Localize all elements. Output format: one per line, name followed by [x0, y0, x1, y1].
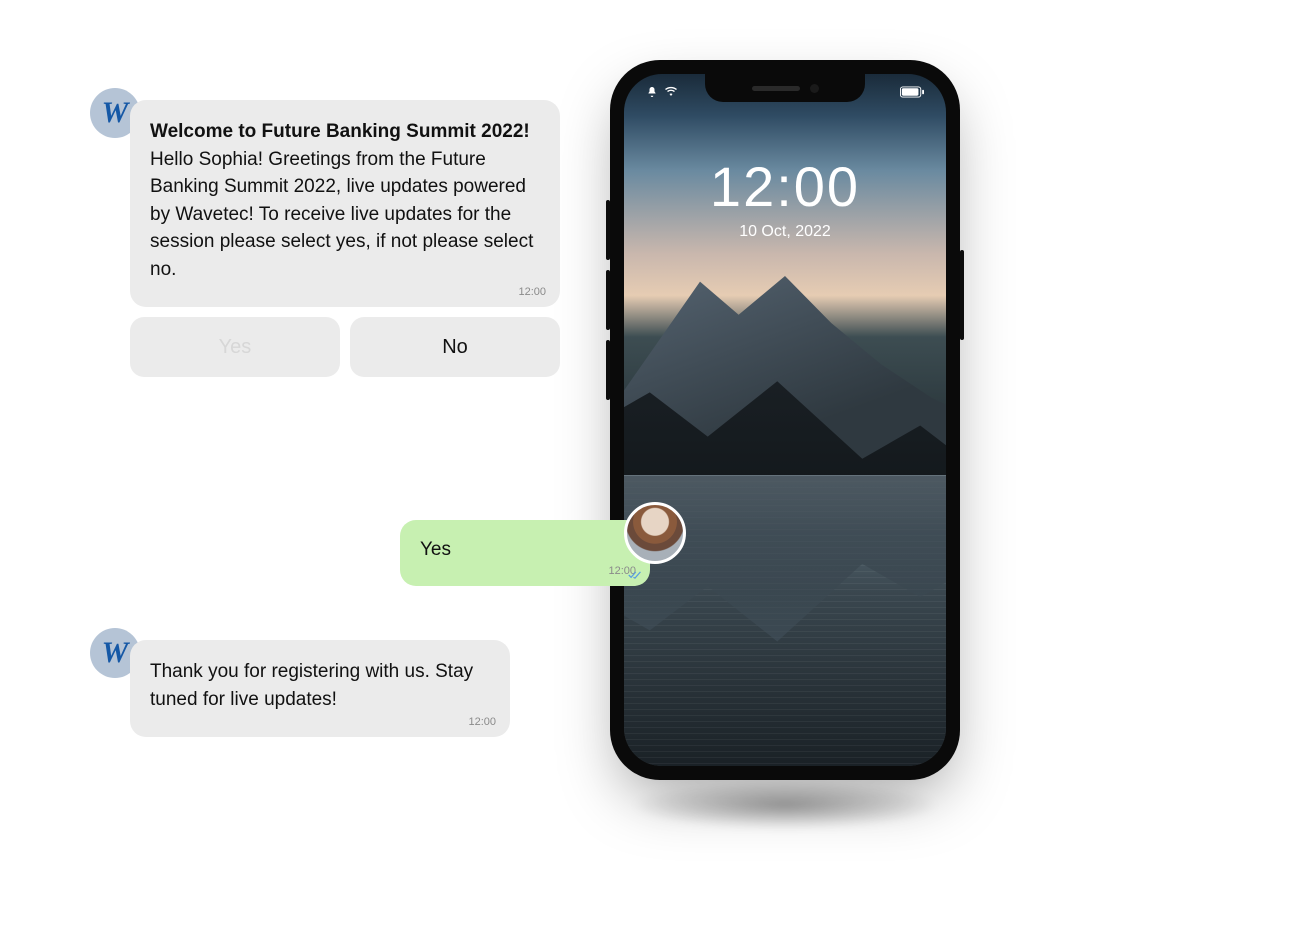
user-message: Yes 12:00: [400, 520, 650, 586]
user-avatar: [624, 502, 686, 564]
phone-screen: 12:00 10 Oct, 2022: [624, 74, 946, 766]
speaker-grille: [752, 86, 800, 91]
message-bubble: Thank you for registering with us. Stay …: [130, 640, 510, 737]
bot-message-thanks: W Thank you for registering with us. Sta…: [130, 640, 510, 737]
message-body: Thank you for registering with us. Stay …: [150, 661, 473, 710]
quick-reply-options: Yes No: [130, 317, 560, 377]
message-body: Hello Sophia! Greetings from the Future …: [150, 149, 533, 280]
lock-screen-time: 12:00: [624, 154, 946, 219]
message-time: 12:00: [518, 285, 546, 301]
phone-notch: [705, 74, 865, 102]
bot-message-welcome: W Welcome to Future Banking Summit 2022!…: [130, 100, 560, 377]
bell-icon: [646, 86, 658, 98]
lock-screen-date: 10 Oct, 2022: [624, 223, 946, 241]
brand-avatar-letter: W: [102, 96, 129, 130]
wifi-icon: [664, 86, 678, 98]
message-bubble: Welcome to Future Banking Summit 2022! H…: [130, 100, 560, 307]
quick-reply-no[interactable]: No: [350, 317, 560, 377]
quick-reply-yes-label: Yes: [219, 336, 252, 359]
quick-reply-yes[interactable]: Yes: [130, 317, 340, 377]
message-body: Yes: [420, 539, 451, 560]
message-bubble: Yes 12:00: [400, 520, 650, 586]
quick-reply-no-label: No: [442, 336, 468, 359]
phone-frame: 12:00 10 Oct, 2022: [610, 60, 960, 780]
lock-screen-clock: 12:00 10 Oct, 2022: [624, 154, 946, 241]
read-receipt-icon: [628, 570, 642, 580]
brand-avatar-letter: W: [102, 636, 129, 670]
front-camera: [810, 84, 819, 93]
message-time: 12:00: [468, 715, 496, 731]
message-title: Welcome to Future Banking Summit 2022!: [150, 121, 530, 142]
phone-shadow: [630, 780, 940, 830]
battery-icon: [900, 86, 924, 98]
